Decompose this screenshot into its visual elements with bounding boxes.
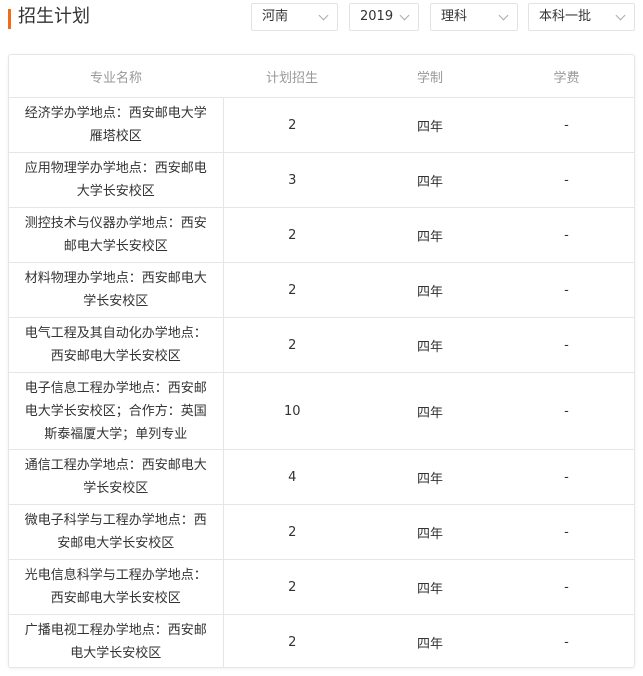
batch-select-value: 本科一批	[539, 9, 592, 24]
subject-select[interactable]: 理科	[430, 3, 518, 31]
duration-cell: 四年	[361, 97, 499, 153]
column-header-duration: 学制	[361, 55, 499, 98]
table-row: 材料物理办学地点：西安邮电大学长安校区 2 四年 -	[9, 262, 634, 318]
column-header-major: 专业名称	[9, 55, 223, 98]
column-header-fee: 学费	[499, 55, 634, 98]
year-select[interactable]: 2019	[349, 3, 419, 31]
major-name-cell: 通信工程办学地点：西安邮电大学长安校区	[9, 449, 224, 505]
major-name-cell: 广播电视工程办学地点：西安邮电大学长安校区	[9, 614, 224, 667]
fee-cell: -	[499, 317, 634, 373]
table-row: 微电子科学与工程办学地点：西安邮电大学长安校区 2 四年 -	[9, 504, 634, 560]
batch-select[interactable]: 本科一批	[528, 3, 635, 31]
major-name-cell: 电气工程及其自动化办学地点：西安邮电大学长安校区	[9, 317, 224, 373]
province-select-value: 河南	[262, 9, 289, 24]
duration-cell: 四年	[361, 372, 499, 450]
province-select[interactable]: 河南	[251, 3, 338, 31]
duration-cell: 四年	[361, 449, 499, 505]
major-name-cell: 测控技术与仪器办学地点：西安邮电大学长安校区	[9, 207, 224, 263]
enrollment-plan-table: 专业名称 计划招生 学制 学费 经济学办学地点：西安邮电大学雁塔校区 2 四年 …	[8, 54, 635, 668]
year-select-value: 2019	[360, 9, 394, 24]
table-header-row: 专业名称 计划招生 学制 学费	[9, 55, 634, 98]
duration-cell: 四年	[361, 152, 499, 208]
duration-cell: 四年	[361, 262, 499, 318]
plan-count-cell: 2	[223, 504, 361, 560]
fee-cell: -	[499, 504, 634, 560]
column-header-plan: 计划招生	[223, 55, 361, 98]
duration-cell: 四年	[361, 504, 499, 560]
plan-count-cell: 2	[223, 317, 361, 373]
chevron-down-icon	[318, 10, 329, 21]
plan-count-cell: 2	[223, 207, 361, 263]
chevron-down-icon	[615, 10, 626, 21]
fee-cell: -	[499, 372, 634, 450]
fee-cell: -	[499, 97, 634, 153]
fee-cell: -	[499, 559, 634, 615]
table-row: 光电信息科学与工程办学地点：西安邮电大学长安校区 2 四年 -	[9, 559, 634, 615]
plan-count-cell: 10	[223, 372, 361, 450]
table-row: 电气工程及其自动化办学地点：西安邮电大学长安校区 2 四年 -	[9, 317, 634, 373]
major-name-cell: 微电子科学与工程办学地点：西安邮电大学长安校区	[9, 504, 224, 560]
table-row: 应用物理学办学地点：西安邮电大学长安校区 3 四年 -	[9, 152, 634, 208]
plan-count-cell: 2	[223, 559, 361, 615]
table-row: 广播电视工程办学地点：西安邮电大学长安校区 2 四年 -	[9, 614, 634, 667]
plan-count-cell: 2	[288, 634, 297, 650]
section-header: 招生计划 河南 2019 理科 本科一批	[0, 0, 643, 38]
table-row: 通信工程办学地点：西安邮电大学长安校区 4 四年 -	[9, 449, 634, 505]
duration-cell: 四年	[416, 636, 443, 652]
plan-count-cell: 3	[223, 152, 361, 208]
major-name-cell: 材料物理办学地点：西安邮电大学长安校区	[9, 262, 224, 318]
table-row: 测控技术与仪器办学地点：西安邮电大学长安校区 2 四年 -	[9, 207, 634, 263]
page-title: 招生计划	[18, 6, 90, 27]
major-name-cell: 应用物理学办学地点：西安邮电大学长安校区	[9, 152, 224, 208]
duration-cell: 四年	[361, 317, 499, 373]
plan-count-cell: 2	[223, 262, 361, 318]
plan-count-cell: 4	[223, 449, 361, 505]
duration-cell: 四年	[361, 207, 499, 263]
table-row: 电子信息工程办学地点：西安邮电大学长安校区；合作方：英国斯泰福厦大学；单列专业 …	[9, 372, 634, 450]
major-name-cell: 电子信息工程办学地点：西安邮电大学长安校区；合作方：英国斯泰福厦大学；单列专业	[9, 372, 224, 450]
plan-count-cell: 2	[223, 97, 361, 153]
subject-select-value: 理科	[441, 9, 468, 24]
major-name-cell: 光电信息科学与工程办学地点：西安邮电大学长安校区	[9, 559, 224, 615]
fee-cell: -	[499, 449, 634, 505]
title-accent-bar	[8, 9, 11, 29]
fee-cell: -	[499, 262, 634, 318]
major-name-cell: 经济学办学地点：西安邮电大学雁塔校区	[9, 97, 224, 153]
fee-cell: -	[499, 152, 634, 208]
duration-cell: 四年	[361, 559, 499, 615]
table-row: 经济学办学地点：西安邮电大学雁塔校区 2 四年 -	[9, 97, 634, 153]
fee-cell: -	[499, 207, 634, 263]
fee-cell: -	[564, 634, 569, 650]
chevron-down-icon	[399, 10, 410, 21]
chevron-down-icon	[498, 10, 509, 21]
